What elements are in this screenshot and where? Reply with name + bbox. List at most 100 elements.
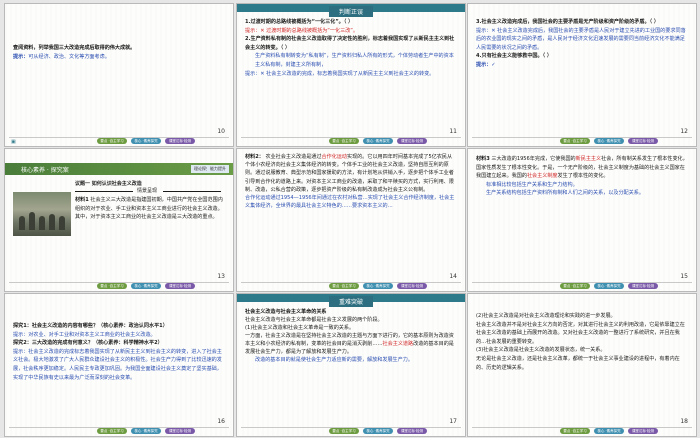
footer-button-class-check[interactable]: 课堂达标·检测 <box>165 428 195 434</box>
inquiry-answer-2: 提示：社会主义改造的完成标志着我国实现了从新民主主义到社会主义的转变，进入了社会… <box>13 348 222 381</box>
material-note: 生产关系结构包括生产资料所有制和人们之间的关系，以及分配关系。 <box>486 190 644 197</box>
statement-2: 2.生产资料私有制的社会主义改造取得了决定性的胜利，标志着我国实现了从新民主主义… <box>245 36 455 51</box>
slide-number: 12 <box>680 128 688 135</box>
footer-button-class-check[interactable]: 课堂达标·检测 <box>628 283 658 289</box>
statement-1: 1.过渡时期的总路线被概括为“一化三化”。（ ） <box>245 19 354 25</box>
material-label: 材料3 <box>476 156 490 162</box>
footer-button-class-check[interactable]: 课堂达标·检测 <box>165 138 195 144</box>
footer-button-core-literacy[interactable]: 核心 ·素养探究 <box>594 138 624 144</box>
slide-number: 15 <box>680 273 688 280</box>
slide-thumbnail-10[interactable]: 查阅资料，列举我国三大改造完成后取得的伟大成就。 提示：可从经济、政治、文化等方… <box>4 3 234 147</box>
slide-thumbnail-18[interactable]: (2)社会主义改造是对社会主义改造理论和实践的进一步发展。 社会主义改造并不是对… <box>467 293 697 437</box>
body-text: (3)社会主义改造是社会主义改造的发展状态，统一关系。 <box>476 347 606 354</box>
answer-4: 提示：✓ <box>476 61 496 68</box>
footer-button-core-literacy[interactable]: 核心 ·素养探究 <box>363 138 393 144</box>
footer-button-core-literacy[interactable]: 核心 ·素养探究 <box>594 283 624 289</box>
footer-button-self-study[interactable]: 要点 ·自主学习 <box>329 428 359 434</box>
highlight-term: 社会主义制度 <box>526 173 558 180</box>
footer-button-core-literacy[interactable]: 核心 ·素养探究 <box>131 283 161 289</box>
footer-button-self-study[interactable]: 要点 ·自主学习 <box>97 428 127 434</box>
footer-button-core-literacy[interactable]: 核心 ·素养探究 <box>131 428 161 434</box>
slide-content: 探究1：社会主义改造的内容有哪些？（核心素养：政治认同水平1） 提示：对农业、对… <box>13 322 225 382</box>
highlight-term: 新民主主义 <box>575 156 602 162</box>
footer-button-core-literacy[interactable]: 核心 ·素养探究 <box>363 428 393 434</box>
footer-button-class-check[interactable]: 课堂达标·检测 <box>628 138 658 144</box>
inquiry-question-1: 探究1：社会主义改造的内容有哪些？（核心素养：政治认同水平1） <box>13 323 168 329</box>
slide-content: 1.过渡时期的总路线被概括为“一化三化”。（ ） 提示：✕ 过渡时期的总路线被概… <box>245 18 457 78</box>
hint-label: 提示： <box>13 53 29 60</box>
highlight-term: 社会主义道路 <box>382 341 414 347</box>
footer-button-self-study[interactable]: 要点 ·自主学习 <box>560 283 590 289</box>
slide-content: (2)社会主义改造是对社会主义改造理论和实践的进一步发展。 社会主义改造并不是对… <box>476 312 688 372</box>
slide-number: 14 <box>449 273 457 280</box>
slide-content: 3.社会主义改造完成后，我国社会的主要矛盾是无产阶级和资产阶级的矛盾。（ ） 提… <box>476 18 688 70</box>
slide-footer: 要点 ·自主学习 核心 ·素养探究 课堂达标·检测 <box>5 426 233 436</box>
inquiry-answer-1: 提示：对农业、对手工业和对资本主义工商业的社会主义改造。 <box>13 331 156 338</box>
answer-2: 提示：✕ 社会主义改造的完成，标志着我国实现了从新民主主义到社会主义的转变。 <box>245 70 435 77</box>
body-text: 社会主义改造并不是对社会主义方向的否定，对其进行社会主义的利用改造，它是依靠建立… <box>476 321 685 345</box>
statement-4: 4.只有社会主义能够救中国。（ ） <box>476 53 553 60</box>
slide-content: 材料2： 农业社会主义改造是通过合作化运动实现的。它以用四年时间基本完成了5亿农… <box>245 153 457 210</box>
historical-photo <box>13 192 71 236</box>
slide-content: 社会主义改造与社会主义革命的关系 社会主义改造与社会主义革命都是社会主义发展的两… <box>245 308 457 364</box>
topic-title: 议题一 如何认识社会主义改造 <box>75 181 142 187</box>
subsection-title: 情景呈现 <box>137 188 158 194</box>
footer-button-self-study[interactable]: 要点 ·自主学习 <box>560 138 590 144</box>
slide-thumbnail-17[interactable]: 重难突破 社会主义改造与社会主义革命的关系 社会主义改造与社会主义革命都是社会主… <box>236 293 466 437</box>
slide-content: 查阅资料，列举我国三大改造完成后取得的伟大成就。 提示：可从经济、政治、文化等方… <box>13 44 225 61</box>
material-text: 社会主义三大改造是指建国初期，中国共产党在全国范围内组织的对于农业、手工业和资本… <box>75 197 223 221</box>
footer-button-self-study[interactable]: 要点 ·自主学习 <box>97 138 127 144</box>
section-banner: 重难突破 <box>328 296 374 307</box>
footer-button-self-study[interactable]: 要点 ·自主学习 <box>329 283 359 289</box>
footer-button-class-check[interactable]: 课堂达标·检测 <box>397 283 427 289</box>
question-text: 查阅资料，列举我国三大改造完成后取得的伟大成就。 <box>13 45 136 51</box>
slide-number: 18 <box>680 418 688 425</box>
slide-thumbnail-15[interactable]: 材料3 三大改造的1956年完成，它使我国的新民主主义社会，所有制关系发生了根本… <box>467 148 697 292</box>
footer-button-self-study[interactable]: 要点 ·自主学习 <box>97 283 127 289</box>
material-label: 材料1 <box>75 197 89 203</box>
footer-button-class-check[interactable]: 课堂达标·检测 <box>165 283 195 289</box>
highlight-term: 合作化运动 <box>321 154 347 160</box>
material-intro: 三大改造的1956年完成，它使我国的 <box>491 156 576 162</box>
footer-button-core-literacy[interactable]: 核心 ·素养探究 <box>594 428 624 434</box>
inquiry-question-2: 探究2：三大改造的完成有何意义？（核心素养：科学精神水平2） <box>13 340 163 347</box>
footer-button-class-check[interactable]: 课堂达标·检测 <box>397 428 427 434</box>
footer-button-core-literacy[interactable]: 核心 ·素养探究 <box>363 283 393 289</box>
slide-footer: 要点 ·自主学习 核心 ·素养探究 课堂达标·检测 <box>237 136 465 146</box>
slide-number: 16 <box>217 418 225 425</box>
slide-footer: 要点 ·自主学习 核心 ·素养探究 课堂达标·检测 <box>237 281 465 291</box>
footer-button-core-literacy[interactable]: 核心 ·素养探究 <box>131 138 161 144</box>
section-banner: 判断正误 <box>328 6 374 17</box>
divider <box>163 191 221 192</box>
slide-number: 17 <box>449 418 457 425</box>
slide-footer: ▣ 要点 ·自主学习 核心 ·素养探究 课堂达标·检测 <box>5 136 233 146</box>
slide-content: 材料3 三大改造的1956年完成，它使我国的新民主主义社会，所有制关系发生了根本… <box>476 155 688 198</box>
footer-button-self-study[interactable]: 要点 ·自主学习 <box>329 138 359 144</box>
answer-extra-a: 生产资料私有制转变为“私有制”，生产资料归私人所有的形式，个体劳动者生产中的资本… <box>255 53 454 68</box>
section-title: 核心素养 · 探究案 <box>21 167 69 174</box>
material-note: 标准相比较包括生产关系和生产力结构。 <box>486 181 578 188</box>
material-label: 材料2： <box>245 154 264 160</box>
topic-heading: 社会主义改造与社会主义革命的关系 <box>245 309 327 315</box>
divider <box>75 191 133 192</box>
slide-thumbnail-13[interactable]: 核心素养 · 探究案 理论探究 能力提升 议题一 如何认识社会主义改造 情景呈现… <box>4 148 234 292</box>
slide-number: 10 <box>217 128 225 135</box>
slide-footer: 要点 ·自主学习 核心 ·素养探究 课堂达标·检测 <box>5 281 233 291</box>
footer-button-class-check[interactable]: 课堂达标·检测 <box>397 138 427 144</box>
body-text: (2)社会主义改造是对社会主义改造理论和实践的进一步发展。 <box>476 313 616 319</box>
footer-button-class-check[interactable]: 课堂达标·检测 <box>628 428 658 434</box>
material-intro: 农业社会主义改造是通过 <box>265 154 322 160</box>
slide-thumbnail-16[interactable]: 探究1：社会主义改造的内容有哪些？（核心素养：政治认同水平1） 提示：对农业、对… <box>4 293 234 437</box>
slide-number: 11 <box>449 128 457 135</box>
slide-thumbnail-11[interactable]: 判断正误 1.过渡时期的总路线被概括为“一化三化”。（ ） 提示：✕ 过渡时期的… <box>236 3 466 147</box>
book-icon: ▣ <box>11 139 16 145</box>
footer-button-self-study[interactable]: 要点 ·自主学习 <box>560 428 590 434</box>
answer-1: 提示：✕ 过渡时期的总路线被概括为“一化三改”。 <box>245 27 359 34</box>
slide-footer: 要点 ·自主学习 核心 ·素养探究 课堂达标·检测 <box>468 426 696 436</box>
slide-footer: 要点 ·自主学习 核心 ·素养探究 课堂达标·检测 <box>468 281 696 291</box>
slide-thumbnail-14[interactable]: 材料2： 农业社会主义改造是通过合作化运动实现的。它以用四年时间基本完成了5亿农… <box>236 148 466 292</box>
slide-thumbnail-12[interactable]: 3.社会主义改造完成后，我国社会的主要矛盾是无产阶级和资产阶级的矛盾。（ ） 提… <box>467 3 697 147</box>
section-tag: 能力提升 <box>207 165 229 173</box>
body-note: 改造的基本目的就是使社会生产力适应新的需要，解放和发展生产力。 <box>255 357 413 363</box>
slide-number: 13 <box>217 273 225 280</box>
